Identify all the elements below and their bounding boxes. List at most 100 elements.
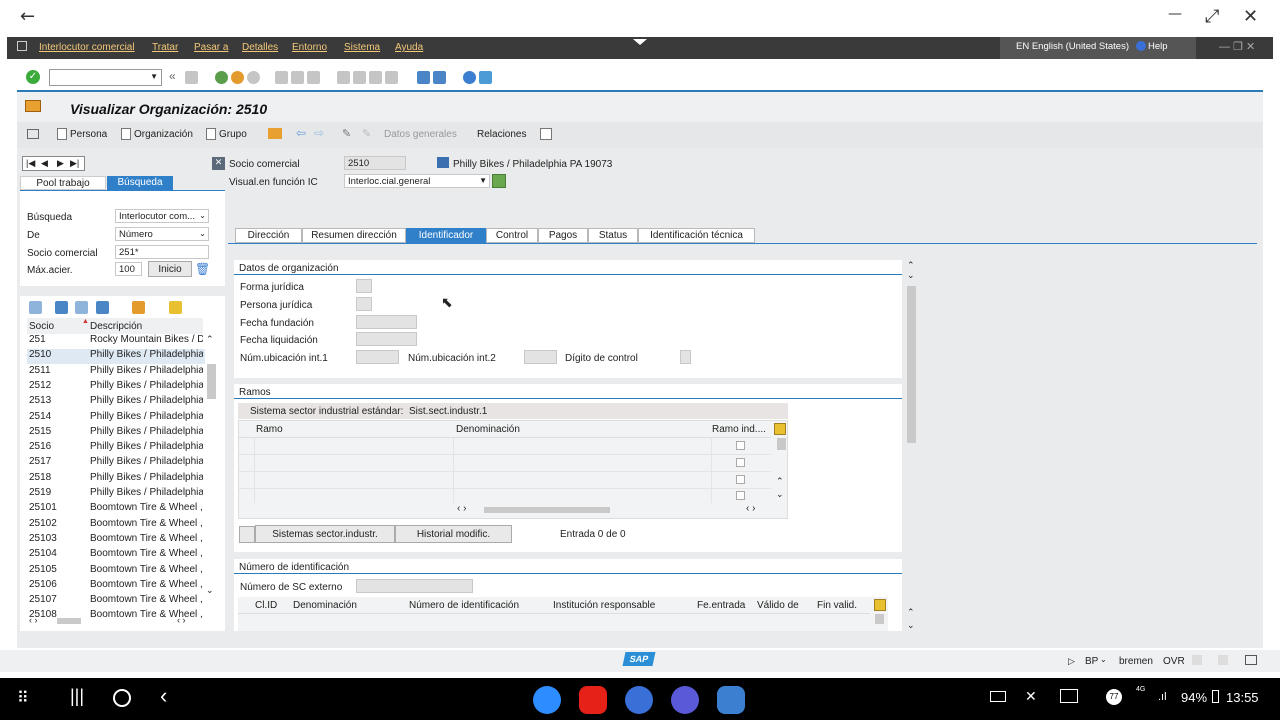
main-scroll-up2-icon[interactable]: ⌃ bbox=[907, 607, 915, 618]
trash-icon[interactable]: 🗑 bbox=[195, 262, 210, 276]
grupo-button[interactable]: Grupo bbox=[219, 129, 247, 140]
first-icon[interactable]: |◀ bbox=[26, 158, 35, 169]
menu-detalles[interactable]: Detalles bbox=[242, 42, 278, 53]
list-item[interactable]: 2514 Philly Bikes / Philadelphia P bbox=[27, 411, 205, 426]
col-institucion[interactable]: Institución responsable bbox=[553, 600, 655, 611]
filter-icon[interactable] bbox=[96, 301, 109, 314]
list-scroll-up-icon[interactable]: ⌃ bbox=[206, 334, 214, 345]
col-fin[interactable]: Fin valid. bbox=[817, 600, 857, 611]
keyboard-icon[interactable] bbox=[990, 691, 1006, 702]
layout-icon[interactable] bbox=[479, 71, 492, 84]
help-label[interactable]: Help bbox=[1148, 41, 1168, 52]
status-dropdown-icon[interactable]: ⌄ bbox=[1100, 655, 1107, 664]
main-scroll-thumb[interactable] bbox=[907, 286, 916, 443]
ramos-scrollbar[interactable] bbox=[777, 438, 786, 450]
exit-icon[interactable] bbox=[231, 71, 244, 84]
export-icon[interactable] bbox=[132, 301, 145, 314]
list-item[interactable]: 25103 Boomtown Tire & Wheel , bbox=[27, 533, 205, 548]
search-icon[interactable] bbox=[492, 174, 506, 188]
ramo-checkbox[interactable] bbox=[736, 441, 745, 450]
arrow-left-icon[interactable]: ⇦ bbox=[296, 126, 306, 140]
last-icon[interactable]: ▶| bbox=[70, 158, 79, 169]
col-ramo-ind[interactable]: Ramo ind.... bbox=[712, 424, 766, 435]
list-item[interactable]: 25105 Boomtown Tire & Wheel , bbox=[27, 564, 205, 579]
collapse-icon[interactable] bbox=[633, 39, 647, 45]
arrow-right-icon[interactable]: ⇨ bbox=[314, 126, 324, 140]
col-ident-denominacion[interactable]: Denominación bbox=[293, 600, 357, 611]
settings-app-icon[interactable] bbox=[717, 686, 745, 714]
zoom-app-icon[interactable] bbox=[533, 686, 561, 714]
internet-app-icon[interactable] bbox=[671, 686, 699, 714]
col-clid[interactable]: Cl.ID bbox=[255, 600, 277, 611]
help-toolbar-icon[interactable] bbox=[463, 71, 476, 84]
ramos-hscroll-left-icon[interactable]: ‹ › bbox=[457, 503, 466, 514]
menu-tratar[interactable]: Tratar bbox=[152, 42, 178, 53]
find-list-icon[interactable] bbox=[55, 301, 68, 314]
find-next-icon[interactable] bbox=[307, 71, 320, 84]
list-scroll-down-icon[interactable]: ⌄ bbox=[206, 585, 214, 596]
menu-list-icon[interactable] bbox=[25, 100, 41, 112]
ramo-checkbox[interactable] bbox=[736, 491, 745, 500]
home-icon[interactable] bbox=[113, 689, 131, 707]
list-scrollbar[interactable] bbox=[207, 364, 216, 399]
apps-grid-icon[interactable]: ⠿ bbox=[17, 688, 29, 708]
ramos-scroll-down-icon[interactable]: ⌄ bbox=[776, 489, 784, 500]
close-locator-icon[interactable]: ✕ bbox=[212, 157, 225, 170]
organizacion-button[interactable]: Organización bbox=[134, 129, 193, 140]
ramo-checkbox[interactable] bbox=[736, 475, 745, 484]
sistemas-button[interactable]: Sistemas sector.industr. bbox=[255, 525, 395, 543]
edit-toggle-icon[interactable]: ✎ bbox=[342, 127, 351, 140]
print-icon[interactable] bbox=[275, 71, 288, 84]
tab-status[interactable]: Status bbox=[588, 228, 638, 243]
list-item[interactable]: 2513 Philly Bikes / Philadelphia P bbox=[27, 395, 205, 410]
tab-resumen-direccion[interactable]: Resumen dirección bbox=[302, 228, 406, 243]
tab-busqueda[interactable]: Búsqueda bbox=[107, 176, 173, 190]
folder-icon[interactable] bbox=[268, 128, 282, 139]
inicio-button[interactable]: Inicio bbox=[148, 261, 192, 277]
new-session-icon[interactable] bbox=[417, 71, 430, 84]
status-expand-icon[interactable]: ▷ bbox=[1068, 656, 1075, 667]
socio-search-input[interactable]: 251* bbox=[115, 245, 209, 259]
main-scroll-down2-icon[interactable]: ⌄ bbox=[907, 620, 915, 631]
menu-ayuda[interactable]: Ayuda bbox=[395, 42, 423, 53]
prev-page-icon[interactable] bbox=[353, 71, 366, 84]
menu-pasar-a[interactable]: Pasar a bbox=[194, 42, 228, 53]
list-item[interactable]: 25102 Boomtown Tire & Wheel , bbox=[27, 518, 205, 533]
list-item[interactable]: 2511 Philly Bikes / Philadelphia P bbox=[27, 365, 205, 380]
command-field[interactable]: ▼ bbox=[49, 69, 162, 86]
tab-direccion[interactable]: Dirección bbox=[235, 228, 302, 243]
main-scroll-down-icon[interactable]: ⌄ bbox=[907, 270, 915, 281]
tab-pagos[interactable]: Pagos bbox=[538, 228, 588, 243]
menu-icon[interactable] bbox=[17, 41, 27, 51]
list-item[interactable]: 251 Rocky Mountain Bikes / De bbox=[27, 334, 205, 349]
back-arrow-icon[interactable]: ← bbox=[20, 6, 35, 27]
prev-icon[interactable]: ◀ bbox=[41, 158, 48, 169]
tab-identificacion-tecnica[interactable]: Identificación técnica bbox=[638, 228, 755, 243]
col-fe-entrada[interactable]: Fe.entrada bbox=[697, 600, 745, 611]
ramos-hscroll-thumb[interactable] bbox=[484, 507, 610, 513]
menu-interlocutor[interactable]: Interlocutor comercial bbox=[39, 42, 135, 53]
datos-generales-button[interactable]: Datos generales bbox=[384, 129, 457, 140]
ramos-scroll-up-icon[interactable]: ⌃ bbox=[776, 476, 784, 487]
next-icon[interactable]: ▶ bbox=[57, 158, 64, 169]
locator-icon[interactable] bbox=[27, 129, 39, 139]
recents-icon[interactable]: ||| bbox=[70, 686, 84, 707]
relaciones-button[interactable]: Relaciones bbox=[477, 129, 526, 140]
list-item[interactable]: 25101 Boomtown Tire & Wheel , bbox=[27, 502, 205, 517]
ramo-checkbox[interactable] bbox=[736, 458, 745, 467]
max-input[interactable]: 100 bbox=[115, 262, 142, 276]
list-item[interactable]: 25107 Boomtown Tire & Wheel , bbox=[27, 594, 205, 609]
list-item[interactable]: 2517 Philly Bikes / Philadelphia P bbox=[27, 456, 205, 471]
next-page-icon[interactable] bbox=[369, 71, 382, 84]
window-controls-icon[interactable]: — ❐ ✕ bbox=[1219, 40, 1255, 53]
details-icon[interactable] bbox=[29, 301, 42, 314]
list-item[interactable]: 25104 Boomtown Tire & Wheel , bbox=[27, 548, 205, 563]
tab-identificador[interactable]: Identificador bbox=[406, 228, 486, 243]
persona-button[interactable]: Persona bbox=[70, 129, 107, 140]
menu-sistema[interactable]: Sistema bbox=[344, 42, 380, 53]
col-socio[interactable]: Socio bbox=[29, 321, 54, 332]
sort-icon[interactable] bbox=[75, 301, 88, 314]
col-valido[interactable]: Válido de bbox=[757, 600, 799, 611]
menu-entorno[interactable]: Entorno bbox=[292, 42, 327, 53]
close-icon[interactable]: ✕ bbox=[1243, 6, 1258, 27]
